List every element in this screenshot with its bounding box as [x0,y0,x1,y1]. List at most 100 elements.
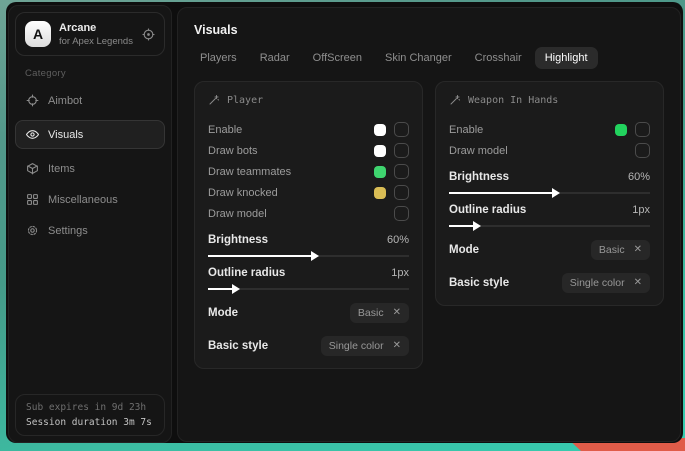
toggle-row: Enable [208,119,409,140]
slider-fill [208,288,234,290]
sidebar-item-settings[interactable]: Settings [15,216,165,245]
close-icon[interactable]: ✕ [393,341,401,351]
checkbox[interactable] [394,185,409,200]
checkbox[interactable] [394,143,409,158]
subscription-info: Sub expires in 9d 23h Session duration 3… [15,394,165,436]
toggle-label: Draw model [208,208,267,220]
panels-container: Player Enable Draw bots Draw teammates D… [178,77,680,373]
slider-thumb[interactable] [552,188,560,198]
select-value: Single color [570,277,625,289]
select-row: Mode Basic ✕ [449,240,650,260]
grid-icon [26,193,39,206]
slider-row: Outline radius 1px [208,267,409,290]
toggle-row: Draw teammates [208,161,409,182]
toggle-label: Draw teammates [208,166,291,178]
slider-label: Brightness [208,234,268,246]
toggle-label: Draw knocked [208,187,278,199]
box-icon [26,162,39,175]
close-icon[interactable]: ✕ [634,278,642,288]
checkbox[interactable] [635,122,650,137]
app-name: Arcane [59,22,134,34]
select-value: Single color [329,340,384,352]
color-swatch[interactable] [374,187,386,199]
session-duration-text: Session duration 3m 7s [26,417,154,428]
sidebar-item-label: Items [48,163,75,175]
select-label: Basic style [208,340,268,352]
gear-icon [26,224,39,237]
group-player: Player Enable Draw bots Draw teammates D… [194,81,423,369]
tab-skin-changer[interactable]: Skin Changer [375,47,462,69]
slider-label: Brightness [449,171,509,183]
slider-value: 60% [387,234,409,246]
slider-row: Brightness 60% [449,171,650,194]
color-swatch[interactable] [374,166,386,178]
sub-expires-text: Sub expires in 9d 23h [26,402,154,413]
slider-thumb[interactable] [473,221,481,231]
toggle-row: Draw knocked [208,182,409,203]
category-label: Category [25,68,171,79]
slider-value: 1px [632,204,650,216]
toggle-row: Draw model [449,140,650,161]
close-icon[interactable]: ✕ [393,308,401,318]
toggle-label: Enable [208,124,242,136]
toggle-row: Draw bots [208,140,409,161]
select-label: Basic style [449,277,509,289]
sidebar-item-aimbot[interactable]: Aimbot [15,86,165,115]
select-chip[interactable]: Single color ✕ [321,336,409,356]
checkbox[interactable] [394,164,409,179]
toggle-label: Enable [449,124,483,136]
sidebar-item-label: Miscellaneous [48,194,118,206]
toggle-row: Enable [449,119,650,140]
tab-players[interactable]: Players [190,47,247,69]
select-value: Basic [599,244,625,256]
tab-crosshair[interactable]: Crosshair [465,47,532,69]
tab-highlight[interactable]: Highlight [535,47,598,69]
group-weapon-in-hands: Weapon In Hands Enable Draw model Bright… [435,81,664,306]
select-value: Basic [358,307,384,319]
slider-row: Outline radius 1px [449,204,650,227]
color-swatch[interactable] [615,124,627,136]
slider-label: Outline radius [449,204,526,216]
slider-track[interactable] [449,225,650,227]
color-swatch[interactable] [374,145,386,157]
app-logo: A [25,21,51,47]
select-chip[interactable]: Single color ✕ [562,273,650,293]
select-chip[interactable]: Basic ✕ [591,240,650,260]
sidebar-item-visuals[interactable]: Visuals [15,120,165,149]
close-icon[interactable]: ✕ [634,245,642,255]
tab-radar[interactable]: Radar [250,47,300,69]
slider-fill [208,255,313,257]
app-subtitle: for Apex Legends [59,36,134,47]
sidebar-item-items[interactable]: Items [15,154,165,183]
checkbox[interactable] [394,206,409,221]
slider-track[interactable] [208,255,409,257]
slider-value: 60% [628,171,650,183]
slider-value: 1px [391,267,409,279]
slider-fill [449,225,475,227]
sidebar-item-label: Aimbot [48,95,82,107]
select-row: Basic style Single color ✕ [449,273,650,293]
sidebar-nav: Aimbot Visuals Items Miscellaneous Setti… [9,85,171,246]
select-row: Basic style Single color ✕ [208,336,409,356]
color-swatch[interactable] [374,124,386,136]
tab-offscreen[interactable]: OffScreen [303,47,372,69]
checkbox[interactable] [635,143,650,158]
slider-row: Brightness 60% [208,234,409,257]
page-title: Visuals [178,8,680,37]
tab-bar: PlayersRadarOffScreenSkin ChangerCrossha… [178,37,680,77]
slider-track[interactable] [208,288,409,290]
slider-fill [449,192,554,194]
slider-track[interactable] [449,192,650,194]
checkbox[interactable] [394,122,409,137]
crosshair-icon [26,94,39,107]
select-label: Mode [449,244,479,256]
slider-thumb[interactable] [232,284,240,294]
wand-icon [449,94,461,106]
target-icon[interactable] [142,28,155,41]
select-label: Mode [208,307,238,319]
toggle-label: Draw model [449,145,508,157]
sidebar-item-miscellaneous[interactable]: Miscellaneous [15,185,165,214]
slider-thumb[interactable] [311,251,319,261]
select-row: Mode Basic ✕ [208,303,409,323]
select-chip[interactable]: Basic ✕ [350,303,409,323]
